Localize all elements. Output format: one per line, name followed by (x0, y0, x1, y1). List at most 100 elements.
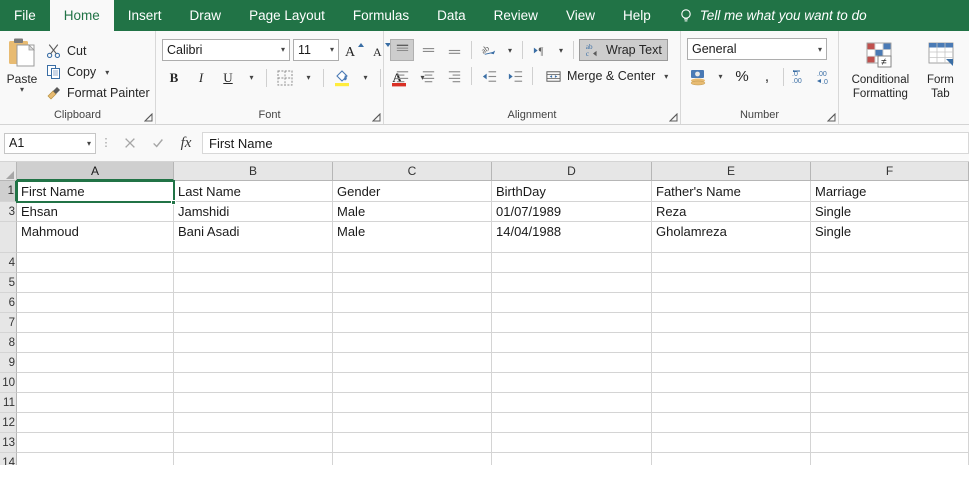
copy-chevron-down-icon[interactable]: ▾ (105, 68, 109, 77)
column-header-a[interactable]: A (17, 162, 174, 181)
borders-chevron-down-icon[interactable]: ▾ (300, 66, 317, 89)
fill-color-chevron-down-icon[interactable]: ▾ (357, 66, 374, 89)
insert-function-button[interactable]: fx (172, 132, 200, 154)
cell-e3[interactable]: Gholamreza (652, 222, 811, 253)
increase-indent-button[interactable] (503, 65, 527, 87)
cell-d5[interactable] (492, 273, 652, 293)
increase-decimal-button[interactable]: .0 .00 (788, 65, 812, 88)
cell-f4[interactable] (811, 253, 969, 273)
font-size-chevron-down-icon[interactable]: ▾ (327, 45, 334, 54)
text-direction-button[interactable]: ¶ (528, 39, 552, 61)
cell-e9[interactable] (652, 353, 811, 373)
cell-b10[interactable] (174, 373, 333, 393)
cell-f6[interactable] (811, 293, 969, 313)
cell-a1[interactable]: First Name (17, 181, 174, 202)
cell-b11[interactable] (174, 393, 333, 413)
cell-c5[interactable] (333, 273, 492, 293)
enter-formula-button[interactable] (144, 132, 172, 154)
tell-me-search[interactable]: Tell me what you want to do (665, 0, 867, 31)
ribbon-tab-help[interactable]: Help (609, 0, 665, 31)
orientation-button[interactable]: ab (477, 39, 501, 61)
column-header-b[interactable]: B (174, 162, 333, 181)
decrease-indent-button[interactable] (477, 65, 501, 87)
cell-a12[interactable] (17, 413, 174, 433)
align-middle-button[interactable] (416, 39, 440, 61)
cell-c11[interactable] (333, 393, 492, 413)
cell-d2[interactable]: 01/07/1989 (492, 202, 652, 222)
cell-a11[interactable] (17, 393, 174, 413)
cell-c6[interactable] (333, 293, 492, 313)
cell-d14[interactable] (492, 453, 652, 465)
cell-e10[interactable] (652, 373, 811, 393)
cell-b8[interactable] (174, 333, 333, 353)
row-header-2[interactable]: 3 (0, 202, 17, 222)
ribbon-tab-draw[interactable]: Draw (176, 0, 236, 31)
cell-b2[interactable]: Jamshidi (174, 202, 333, 222)
cell-d11[interactable] (492, 393, 652, 413)
row-header-9[interactable]: 9 (0, 353, 17, 373)
align-left-button[interactable] (390, 65, 414, 87)
cell-a8[interactable] (17, 333, 174, 353)
cell-d9[interactable] (492, 353, 652, 373)
cell-e2[interactable]: Reza (652, 202, 811, 222)
row-header-8[interactable]: 8 (0, 333, 17, 353)
cell-c9[interactable] (333, 353, 492, 373)
paste-button[interactable]: Paste ▾ (6, 37, 38, 94)
ribbon-tab-insert[interactable]: Insert (114, 0, 176, 31)
text-direction-chevron-down-icon[interactable]: ▾ (554, 39, 568, 61)
cell-c7[interactable] (333, 313, 492, 333)
decrease-decimal-button[interactable]: .00 .0 (813, 65, 837, 88)
merge-center-chevron-down-icon[interactable]: ▾ (664, 72, 668, 81)
row-header-6[interactable]: 6 (0, 293, 17, 313)
row-header-4[interactable]: 4 (0, 253, 17, 273)
cell-b13[interactable] (174, 433, 333, 453)
cell-d13[interactable] (492, 433, 652, 453)
align-right-button[interactable] (442, 65, 466, 87)
cell-a10[interactable] (17, 373, 174, 393)
cell-c4[interactable] (333, 253, 492, 273)
cell-b1[interactable]: Last Name (174, 181, 333, 202)
cell-b5[interactable] (174, 273, 333, 293)
font-name-combo[interactable]: Calibri ▾ (162, 38, 290, 61)
cancel-formula-button[interactable] (116, 132, 144, 154)
alignment-dialog-launcher-icon[interactable] (669, 113, 678, 122)
cell-a9[interactable] (17, 353, 174, 373)
cell-a7[interactable] (17, 313, 174, 333)
italic-button[interactable]: I (189, 66, 213, 89)
cell-f1[interactable]: Marriage (811, 181, 969, 202)
cell-f12[interactable] (811, 413, 969, 433)
ribbon-tab-formulas[interactable]: Formulas (339, 0, 423, 31)
cell-f11[interactable] (811, 393, 969, 413)
wrap-text-button[interactable]: ab c Wrap Text (579, 39, 668, 61)
cell-e1[interactable]: Father's Name (652, 181, 811, 202)
format-as-table-button[interactable]: Form Tab (918, 41, 963, 101)
cell-d4[interactable] (492, 253, 652, 273)
cell-b3[interactable]: Bani Asadi (174, 222, 333, 253)
row-header-1[interactable]: 1 (0, 181, 17, 202)
cell-a2[interactable]: Ehsan (17, 202, 174, 222)
cell-e6[interactable] (652, 293, 811, 313)
borders-button[interactable] (273, 66, 297, 89)
conditional-formatting-button[interactable]: ≠ Conditional Formatting (845, 41, 916, 101)
underline-button[interactable]: U (216, 66, 240, 89)
cell-c12[interactable] (333, 413, 492, 433)
accounting-chevron-down-icon[interactable]: ▾ (712, 65, 729, 88)
row-header-14[interactable]: 14 (0, 453, 17, 465)
orientation-chevron-down-icon[interactable]: ▾ (503, 39, 517, 61)
cell-f5[interactable] (811, 273, 969, 293)
cell-f9[interactable] (811, 353, 969, 373)
cell-f8[interactable] (811, 333, 969, 353)
cell-f10[interactable] (811, 373, 969, 393)
cell-a13[interactable] (17, 433, 174, 453)
cell-d7[interactable] (492, 313, 652, 333)
accounting-format-button[interactable] (687, 65, 711, 88)
cell-d1[interactable]: BirthDay (492, 181, 652, 202)
cell-e8[interactable] (652, 333, 811, 353)
cell-b14[interactable] (174, 453, 333, 465)
cell-a14[interactable] (17, 453, 174, 465)
cell-e12[interactable] (652, 413, 811, 433)
font-size-combo[interactable]: 11 ▾ (293, 38, 339, 61)
cell-c13[interactable] (333, 433, 492, 453)
row-header-12[interactable]: 12 (0, 413, 17, 433)
cell-d12[interactable] (492, 413, 652, 433)
